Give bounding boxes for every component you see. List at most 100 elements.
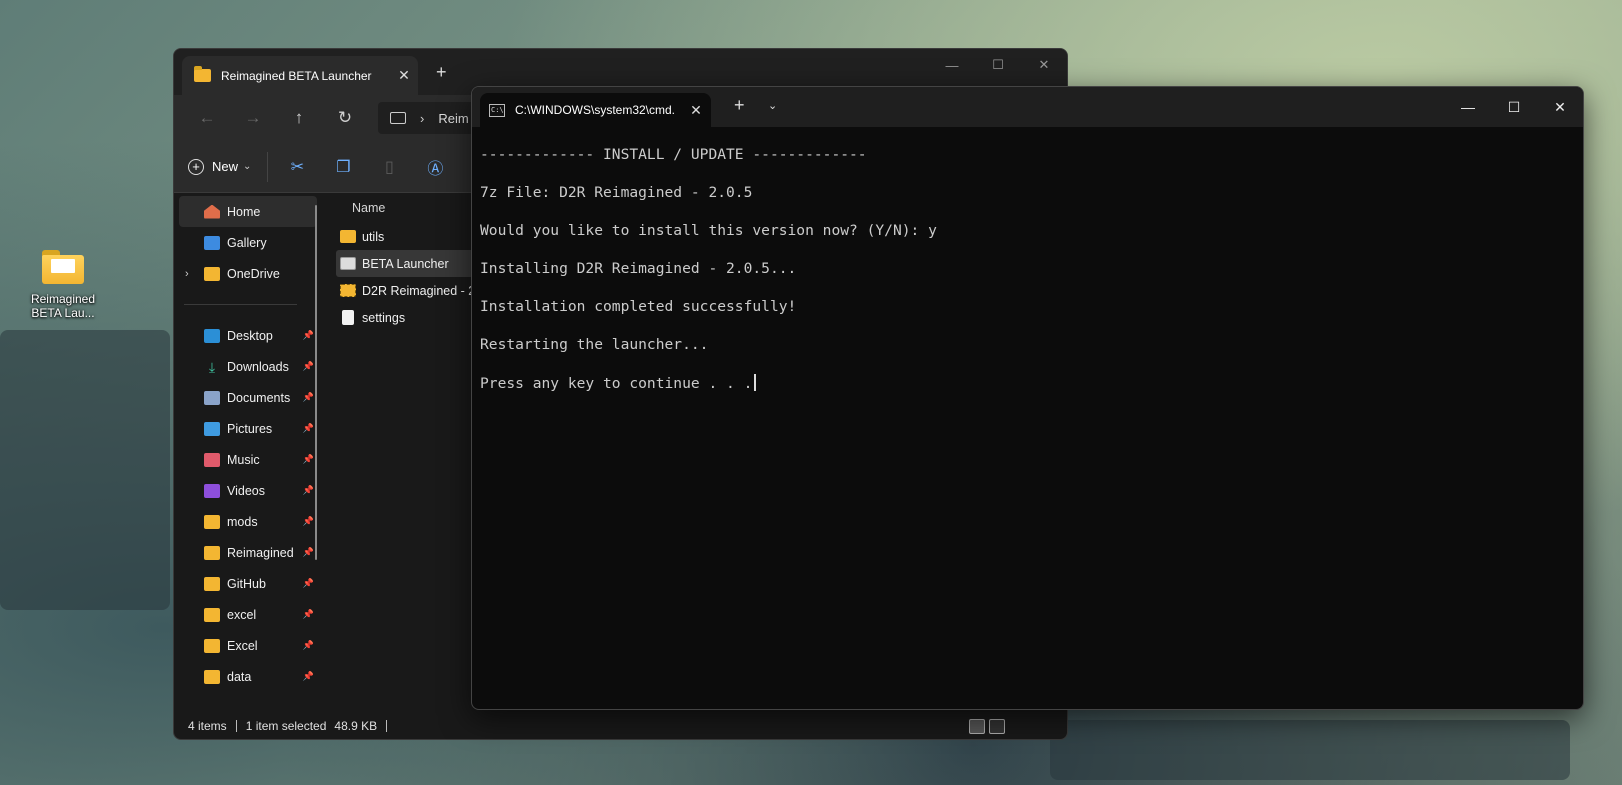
desktop-shortcut-reimagined[interactable]: Reimagined BETA Lau... <box>22 250 104 320</box>
nav-item-onedrive[interactable]: › OneDrive <box>174 258 322 289</box>
chevron-down-icon[interactable]: ⌄ <box>768 99 777 112</box>
back-arrow-icon[interactable]: ← <box>184 108 230 128</box>
nav-item-home[interactable]: Home <box>179 196 317 227</box>
nav-item-label: Music <box>227 452 260 467</box>
forward-arrow-icon[interactable]: → <box>230 108 276 128</box>
details-view-icon[interactable] <box>969 718 985 734</box>
maximize-button[interactable]: ☐ <box>1491 87 1537 127</box>
new-button-label: New <box>212 159 239 174</box>
nav-item-label: Pictures <box>227 421 273 436</box>
this-pc-icon <box>390 112 406 124</box>
nav-item-pictures[interactable]: Pictures 📌 <box>174 413 322 444</box>
nav-item-label: OneDrive <box>227 266 280 281</box>
copy-icon[interactable]: ❐ <box>320 157 366 177</box>
minimize-button[interactable]: — <box>929 49 975 81</box>
terminal-line: 7z File: D2R Reimagined - 2.0.5 <box>480 184 753 201</box>
terminal-line: Installing D2R Reimagined - 2.0.5... <box>480 260 797 277</box>
pin-icon: 📌 <box>302 423 314 433</box>
pin-icon: 📌 <box>302 516 314 526</box>
rename-icon[interactable]: Ⓐ <box>412 155 458 179</box>
desktop-shortcut-label: Reimagined BETA Lau... <box>30 292 96 320</box>
file-name: utils <box>362 229 385 244</box>
nav-item-documents[interactable]: Documents 📌 <box>174 382 322 413</box>
nav-item-downloads[interactable]: ⤓ Downloads 📌 <box>174 351 322 382</box>
nav-item-label: GitHub <box>227 576 266 591</box>
paste-icon[interactable]: ▯ <box>366 157 412 177</box>
folder-icon <box>204 266 220 281</box>
terminal-tab[interactable]: C:\ C:\WINDOWS\system32\cmd. ✕ <box>480 93 711 127</box>
close-tab-icon[interactable]: ✕ <box>681 102 711 119</box>
file-name: settings <box>362 310 406 325</box>
nav-item-excel-lower[interactable]: excel 📌 <box>174 599 322 630</box>
explorer-tab-title: Reimagined BETA Launcher <box>221 68 372 83</box>
new-tab-button[interactable]: + <box>734 95 745 116</box>
item-count: 4 items <box>188 719 227 733</box>
nav-item-mods[interactable]: mods 📌 <box>174 506 322 537</box>
gallery-icon <box>204 235 220 250</box>
plus-icon: + <box>188 158 204 175</box>
nav-item-excel[interactable]: Excel 📌 <box>174 630 322 661</box>
close-button[interactable]: ✕ <box>1537 87 1583 127</box>
pin-icon: 📌 <box>302 578 314 588</box>
pin-icon: 📌 <box>302 485 314 495</box>
folder-icon <box>204 545 220 560</box>
terminal-output[interactable]: ------------- INSTALL / UPDATE ---------… <box>472 127 1583 709</box>
breadcrumb[interactable]: Reim <box>438 111 468 126</box>
pin-icon: 📌 <box>302 609 314 619</box>
terminal-line: Would you like to install this version n… <box>480 222 937 239</box>
text-cursor <box>754 374 757 391</box>
terminal-window: C:\ C:\WINDOWS\system32\cmd. ✕ + ⌄ — ☐ ✕… <box>471 86 1584 710</box>
nav-item-music[interactable]: Music 📌 <box>174 444 322 475</box>
pin-icon: 📌 <box>302 392 314 402</box>
nav-item-reimagined[interactable]: Reimagined 📌 <box>174 537 322 568</box>
chevron-down-icon: ⌄ <box>243 161 252 172</box>
nav-item-label: Excel <box>227 638 258 653</box>
terminal-tab-title: C:\WINDOWS\system32\cmd. <box>515 103 676 117</box>
zip-folder-icon <box>340 284 356 297</box>
maximize-button[interactable]: ☐ <box>975 49 1021 81</box>
tiles-view-icon[interactable] <box>989 718 1005 734</box>
folder-icon <box>204 638 220 653</box>
nav-item-github[interactable]: GitHub 📌 <box>174 568 322 599</box>
refresh-icon[interactable]: ↻ <box>322 108 368 128</box>
terminal-line: ------------- INSTALL / UPDATE ---------… <box>480 146 867 163</box>
nav-item-data[interactable]: data 📌 <box>174 661 322 692</box>
chevron-right-icon[interactable]: › <box>420 111 424 126</box>
wallpaper-structure-bottom <box>1050 720 1570 780</box>
folder-icon <box>42 250 84 284</box>
nav-item-gallery[interactable]: Gallery <box>174 227 322 258</box>
terminal-titlebar: C:\ C:\WINDOWS\system32\cmd. ✕ + ⌄ — ☐ ✕ <box>472 87 1583 127</box>
minimize-button[interactable]: — <box>1445 87 1491 127</box>
close-button[interactable]: ✕ <box>1021 49 1067 81</box>
music-icon <box>204 452 220 467</box>
chevron-right-icon[interactable]: › <box>185 268 189 280</box>
download-icon: ⤓ <box>208 358 216 375</box>
nav-item-label: excel <box>227 607 257 622</box>
command-prompt-icon: C:\ <box>489 103 505 117</box>
desktop-icon <box>204 328 220 343</box>
terminal-line: Press any key to continue . . . <box>480 375 753 392</box>
file-name: D2R Reimagined - 2 <box>362 283 476 298</box>
home-icon <box>204 204 220 219</box>
nav-item-videos[interactable]: Videos 📌 <box>174 475 322 506</box>
pin-icon: 📌 <box>302 547 314 557</box>
new-button[interactable]: + New ⌄ <box>188 151 269 182</box>
document-icon <box>342 310 354 325</box>
nav-item-label: Documents <box>227 390 291 405</box>
nav-item-desktop[interactable]: Desktop 📌 <box>174 320 322 351</box>
folder-icon <box>194 66 211 82</box>
new-tab-button[interactable]: + <box>436 62 447 83</box>
navigation-scrollbar[interactable] <box>315 205 317 560</box>
nav-item-label: Home <box>227 204 261 219</box>
close-tab-icon[interactable]: ✕ <box>390 67 418 84</box>
cut-icon[interactable]: ✂ <box>274 157 320 177</box>
folder-icon <box>204 607 220 622</box>
nav-divider <box>184 304 297 305</box>
status-bar: 4 items 1 item selected 48.9 KB <box>174 713 1067 739</box>
pin-icon: 📌 <box>302 671 314 681</box>
selection-count: 1 item selected <box>245 719 327 733</box>
navigation-pane: Home Gallery › OneDrive Desktop 📌 ⤓ Downlo… <box>174 193 322 713</box>
pin-icon: 📌 <box>302 361 314 371</box>
explorer-tab[interactable]: Reimagined BETA Launcher ✕ <box>182 56 418 95</box>
up-arrow-icon[interactable]: ↑ <box>276 108 322 128</box>
